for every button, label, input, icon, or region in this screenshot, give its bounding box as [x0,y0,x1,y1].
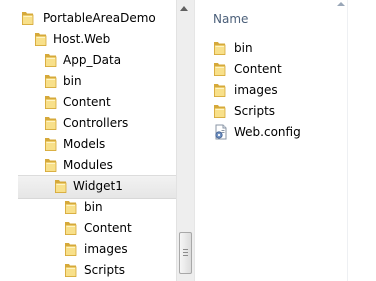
tree-item-controllers[interactable]: Controllers [0,113,176,134]
tree-item-widget-images[interactable]: images [0,239,176,260]
list-item-label: Scripts [234,104,276,118]
folder-icon [34,31,47,47]
tree-item-portableareademo[interactable]: PortableAreaDemo [0,8,176,29]
name-column-header[interactable]: Name [213,12,248,26]
tree-item-host-web[interactable]: Host.Web [0,29,176,50]
tree-item-label: PortableAreaDemo [43,11,156,25]
folder-icon [64,220,77,236]
folder-icon [64,262,77,278]
tree-item-label: images [84,242,128,256]
tree-item-label: Controllers [63,116,129,130]
folder-icon [44,52,57,68]
folder-icon [213,103,226,119]
tree-item-widget-content[interactable]: Content [0,218,176,239]
list-item-label: Content [234,62,282,76]
folder-icon [44,157,57,173]
grip-line [183,255,188,256]
grip-line [183,252,188,253]
tree-item-widget-scripts[interactable]: Scripts [0,260,176,281]
tree-item-widget1[interactable]: Widget1 [0,176,176,197]
sort-ascending-icon [337,2,345,6]
folder-icon [44,73,57,89]
list-item-label: images [234,83,278,97]
grip-line [183,249,188,250]
folder-icon [44,94,57,110]
tree-item-content[interactable]: Content [0,92,176,113]
tree-item-models[interactable]: Models [0,134,176,155]
list-item-label: bin [234,41,253,55]
folder-icon [44,136,57,152]
folder-icon [213,82,226,98]
tree-item-label: bin [84,200,103,214]
list-header: Name [195,0,376,281]
folder-tree: PortableAreaDemo Host.Web App_Data bin C… [0,0,176,281]
tree-item-label: bin [63,74,82,88]
tree-vertical-scrollbar[interactable] [176,0,194,281]
tree-item-label: Host.Web [53,32,111,46]
column-separator[interactable] [347,0,348,281]
tree-item-label: App_Data [63,53,122,67]
pane-divider[interactable] [194,0,195,281]
list-item-label: Web.config [234,125,301,139]
tree-item-label: Models [63,137,106,151]
folder-icon [64,199,77,215]
tree-item-label: Scripts [84,263,126,277]
tree-item-modules[interactable]: Modules [0,155,176,176]
tree-item-label: Content [84,221,132,235]
folder-icon [44,115,57,131]
tree-item-bin[interactable]: bin [0,71,176,92]
tree-item-label: Modules [63,158,113,172]
folder-icon [213,40,226,56]
tree-item-label: Widget1 [73,179,123,193]
folder-icon [54,178,67,194]
tree-item-widget-bin[interactable]: bin [0,197,176,218]
scroll-up-arrow-icon[interactable] [180,6,188,11]
folder-icon [21,10,34,26]
scrollbar-thumb[interactable] [179,232,192,274]
config-file-icon [213,124,229,140]
tree-item-app-data[interactable]: App_Data [0,50,176,71]
tree-item-label: Content [63,95,111,109]
folder-icon [213,61,226,77]
folder-icon [64,241,77,257]
